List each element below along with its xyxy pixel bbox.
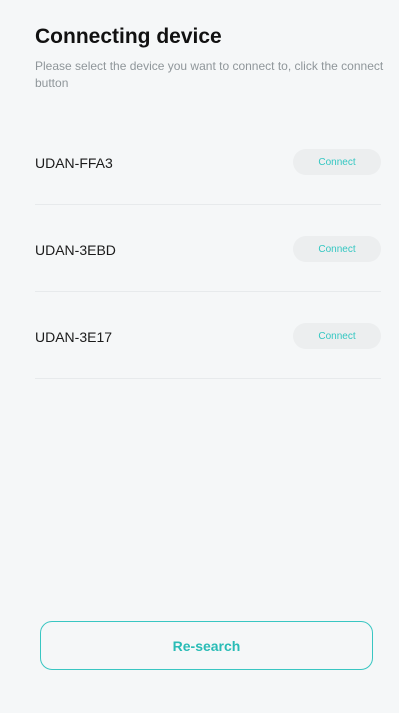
- page-title: Connecting device: [35, 25, 222, 48]
- device-row: UDAN-3E17 Connect: [35, 292, 381, 379]
- re-search-button[interactable]: Re-search: [40, 621, 373, 670]
- connect-button[interactable]: Connect: [293, 323, 381, 349]
- device-name: UDAN-FFA3: [35, 155, 113, 171]
- connect-button[interactable]: Connect: [293, 236, 381, 262]
- device-list: UDAN-FFA3 Connect UDAN-3EBD Connect UDAN…: [35, 118, 381, 379]
- device-name: UDAN-3E17: [35, 329, 113, 345]
- device-row: UDAN-3EBD Connect: [35, 205, 381, 292]
- page-subtitle: Please select the device you want to con…: [35, 59, 384, 90]
- screen: Connecting device Please select the devi…: [0, 0, 399, 713]
- connect-button[interactable]: Connect: [293, 149, 381, 175]
- device-row: UDAN-FFA3 Connect: [35, 118, 381, 205]
- device-name: UDAN-3EBD: [35, 242, 116, 258]
- header: Connecting device Please select the devi…: [35, 22, 385, 92]
